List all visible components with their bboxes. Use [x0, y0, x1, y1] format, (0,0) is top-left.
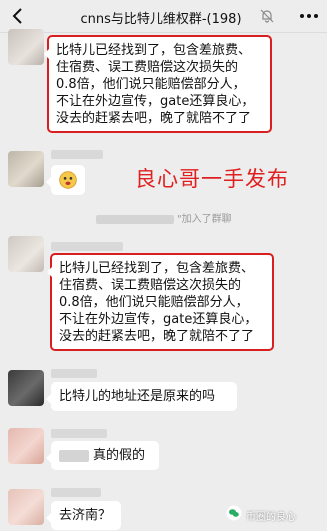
- message-text: 比特儿的地址还是原来的吗: [59, 389, 216, 404]
- sender-name: [51, 242, 123, 251]
- message-bubble[interactable]: 比特儿的地址还是原来的吗: [46, 382, 237, 411]
- more-icon[interactable]: [298, 8, 320, 24]
- avatar[interactable]: [8, 428, 44, 464]
- message-bubble[interactable]: 比特儿已经找到了，包含差旅费、 住宿费、误工费赔偿这次损失的 0.8倍，他们说只…: [47, 253, 274, 351]
- avatar[interactable]: [8, 236, 44, 272]
- joined-user-name: [96, 214, 174, 224]
- message-line: 比特儿已经找到了，包含差旅费、: [59, 261, 255, 276]
- avatar[interactable]: [8, 151, 44, 187]
- overlay-caption: 良心哥一手发布: [135, 167, 289, 191]
- avatar[interactable]: [8, 370, 44, 406]
- message-line: 0.8倍，他们说只能赔偿部分人，: [56, 77, 246, 92]
- message-text: 真的假的: [93, 448, 146, 463]
- message-bubble[interactable]: 去济南？: [46, 501, 121, 530]
- avatar[interactable]: [8, 29, 44, 65]
- message-line: 住宿费、误工费赔偿这次损失的: [59, 278, 242, 293]
- message-bubble[interactable]: 真的假的: [46, 441, 159, 470]
- chat-title: cnns与比特儿维权群-(198): [80, 12, 242, 27]
- sticker-face-icon: [59, 171, 77, 189]
- sticker-bubble[interactable]: [46, 165, 85, 195]
- message-line: 没去的赶紧去吧，晚了就陪不了了: [59, 329, 255, 344]
- wechat-logo-icon: [226, 505, 242, 521]
- system-note: "加入了群聊: [96, 210, 232, 225]
- message-line: 0.8倍，他们说只能赔偿部分人，: [59, 295, 249, 310]
- mention-blur: [59, 449, 89, 462]
- sender-name: [51, 369, 97, 378]
- sender-name: [51, 429, 107, 438]
- message-bubble[interactable]: 比特儿已经找到了，包含差旅费、 住宿费、误工费赔偿这次损失的 0.8倍，他们说只…: [44, 35, 272, 133]
- message-line: 不让在外边宣传，gate还算良心，: [56, 94, 255, 109]
- sender-name: [51, 150, 103, 159]
- bell-muted-icon: [260, 9, 274, 23]
- system-note-text: "加入了群聊: [177, 214, 232, 225]
- sender-name: [51, 488, 101, 497]
- avatar[interactable]: [8, 489, 44, 525]
- message-line: 没去的赶紧去吧，晚了就陪不了了: [56, 111, 252, 126]
- message-line: 住宿费、误工费赔偿这次损失的: [56, 60, 239, 75]
- message-line: 比特儿已经找到了，包含差旅费、: [56, 43, 252, 58]
- message-text: 去济南？: [59, 508, 112, 523]
- chat-header: cnns与比特儿维权群-(198): [0, 0, 327, 33]
- watermark: 币圈的良心: [246, 512, 296, 523]
- message-line: 不让在外边宣传，gate还算良心，: [59, 312, 258, 327]
- chevron-left-icon[interactable]: [8, 6, 28, 26]
